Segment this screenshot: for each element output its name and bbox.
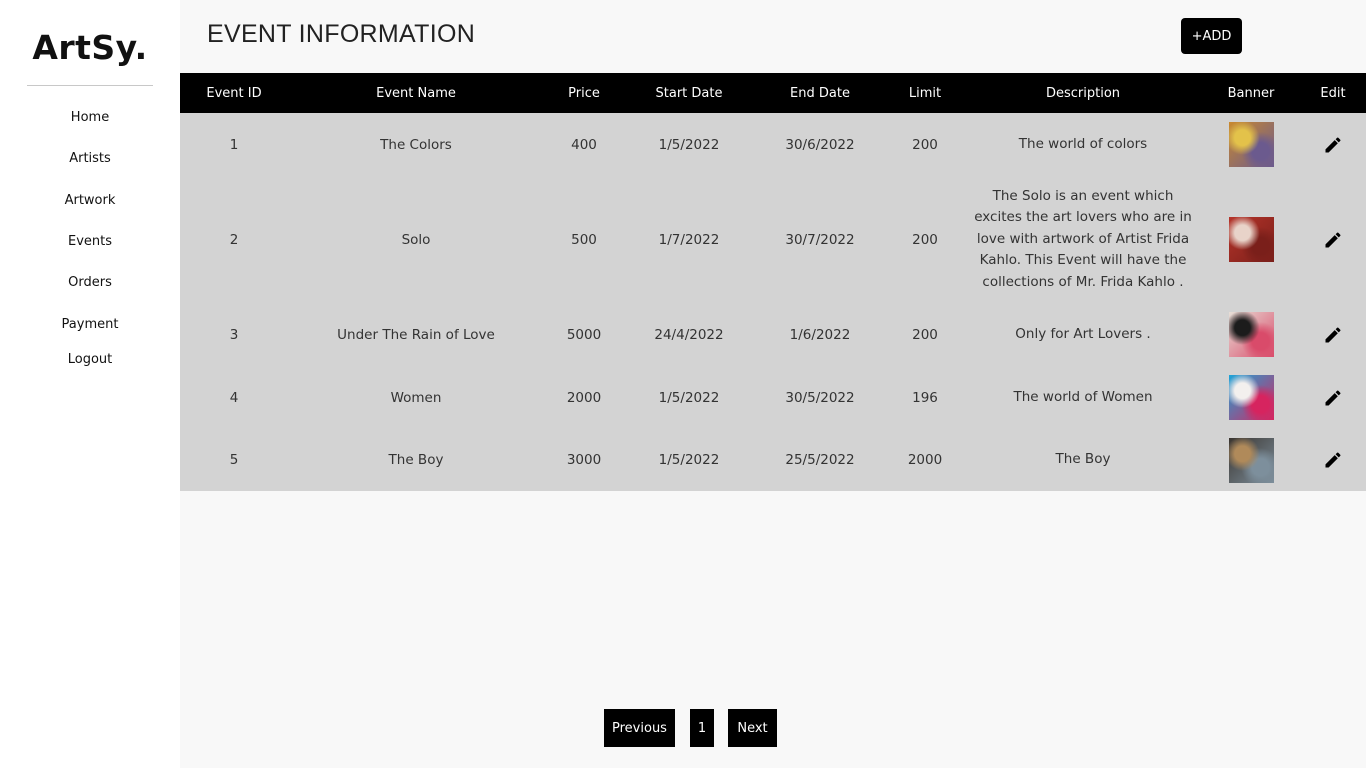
banner-thumbnail (1228, 375, 1274, 420)
cell-start-date: 1/7/2022 (624, 176, 754, 303)
cell-description: Only for Art Lovers . (964, 303, 1202, 366)
pencil-icon[interactable] (1323, 230, 1343, 250)
sidebar-item-payment[interactable]: Payment (0, 317, 180, 332)
cell-event-name: Solo (288, 176, 544, 303)
sidebar-item-artists[interactable]: Artists (0, 151, 180, 166)
cell-banner (1202, 113, 1300, 176)
column-header-edit: Edit (1300, 73, 1366, 113)
cell-event-id: 2 (180, 176, 288, 303)
cell-description: The world of Women (964, 366, 1202, 429)
cell-price: 400 (544, 113, 624, 176)
column-header-end-date: End Date (754, 73, 886, 113)
cell-event-id: 3 (180, 303, 288, 366)
table-row: 2 Solo 500 1/7/2022 30/7/2022 200 The So… (180, 176, 1366, 303)
cell-limit: 200 (886, 113, 964, 176)
cell-banner (1202, 303, 1300, 366)
sidebar-item-home[interactable]: Home (0, 110, 180, 125)
cell-price: 3000 (544, 429, 624, 491)
cell-edit (1300, 366, 1366, 429)
description-text: Only for Art Lovers . (1015, 325, 1151, 342)
column-header-limit: Limit (886, 73, 964, 113)
description-text: The world of colors (1018, 135, 1148, 152)
pencil-icon[interactable] (1323, 388, 1343, 408)
cell-limit: 196 (886, 366, 964, 429)
sidebar-item-logout[interactable]: Logout (0, 352, 180, 367)
cell-start-date: 1/5/2022 (624, 366, 754, 429)
add-event-button[interactable]: +ADD (1181, 18, 1242, 54)
cell-start-date: 1/5/2022 (624, 429, 754, 491)
pencil-icon[interactable] (1323, 135, 1343, 155)
cell-end-date: 30/7/2022 (754, 176, 886, 303)
cell-event-id: 1 (180, 113, 288, 176)
column-header-description: Description (964, 73, 1202, 113)
cell-price: 500 (544, 176, 624, 303)
cell-event-name: The Colors (288, 113, 544, 176)
cell-limit: 200 (886, 176, 964, 303)
table-row: 3 Under The Rain of Love 5000 24/4/2022 … (180, 303, 1366, 366)
banner-thumbnail (1228, 312, 1274, 357)
cell-end-date: 25/5/2022 (754, 429, 886, 491)
sidebar: ArtSy. Home Artists Artwork Events Order… (0, 0, 180, 768)
column-header-event-id: Event ID (180, 73, 288, 113)
cell-description: The Solo is an event which excites the a… (964, 176, 1202, 303)
app-logo[interactable]: ArtSy. (0, 28, 180, 67)
cell-description: The Boy (964, 429, 1202, 491)
cell-start-date: 24/4/2022 (624, 303, 754, 366)
cell-start-date: 1/5/2022 (624, 113, 754, 176)
sidebar-item-orders[interactable]: Orders (0, 275, 180, 290)
banner-thumbnail (1228, 437, 1274, 483)
cell-event-id: 5 (180, 429, 288, 491)
logo-divider (27, 85, 153, 86)
cell-banner (1202, 429, 1300, 491)
cell-limit: 2000 (886, 429, 964, 491)
cell-limit: 200 (886, 303, 964, 366)
cell-edit (1300, 176, 1366, 303)
previous-page-button[interactable]: Previous (604, 709, 675, 747)
sidebar-item-artwork[interactable]: Artwork (0, 193, 180, 208)
cell-description: The world of colors (964, 113, 1202, 176)
column-header-banner: Banner (1202, 73, 1300, 113)
cell-event-name: The Boy (288, 429, 544, 491)
main-content: EVENT INFORMATION +ADD Event ID Event Na… (180, 0, 1366, 768)
cell-banner (1202, 366, 1300, 429)
events-table: Event ID Event Name Price Start Date End… (180, 73, 1366, 491)
table-row: 5 The Boy 3000 1/5/2022 25/5/2022 2000 T… (180, 429, 1366, 491)
table-row: 4 Women 2000 1/5/2022 30/5/2022 196 The … (180, 366, 1366, 429)
table-row: 1 The Colors 400 1/5/2022 30/6/2022 200 … (180, 113, 1366, 176)
cell-edit (1300, 429, 1366, 491)
banner-thumbnail (1228, 122, 1274, 167)
description-text: The world of Women (1013, 388, 1153, 405)
page-title: EVENT INFORMATION (207, 20, 476, 48)
cell-edit (1300, 113, 1366, 176)
cell-end-date: 1/6/2022 (754, 303, 886, 366)
page-number-button[interactable]: 1 (690, 709, 714, 747)
cell-end-date: 30/5/2022 (754, 366, 886, 429)
banner-thumbnail (1228, 217, 1274, 262)
column-header-event-name: Event Name (288, 73, 544, 113)
pencil-icon[interactable] (1323, 450, 1343, 470)
column-header-price: Price (544, 73, 624, 113)
cell-price: 5000 (544, 303, 624, 366)
pencil-icon[interactable] (1323, 325, 1343, 345)
table-header-row: Event ID Event Name Price Start Date End… (180, 73, 1366, 113)
cell-edit (1300, 303, 1366, 366)
cell-price: 2000 (544, 366, 624, 429)
cell-end-date: 30/6/2022 (754, 113, 886, 176)
cell-event-name: Women (288, 366, 544, 429)
column-header-start-date: Start Date (624, 73, 754, 113)
cell-event-name: Under The Rain of Love (288, 303, 544, 366)
description-text: The Solo is an event which excites the a… (974, 187, 1192, 290)
cell-event-id: 4 (180, 366, 288, 429)
next-page-button[interactable]: Next (728, 709, 777, 747)
sidebar-item-events[interactable]: Events (0, 234, 180, 249)
cell-banner (1202, 176, 1300, 303)
description-text: The Boy (1055, 451, 1111, 468)
